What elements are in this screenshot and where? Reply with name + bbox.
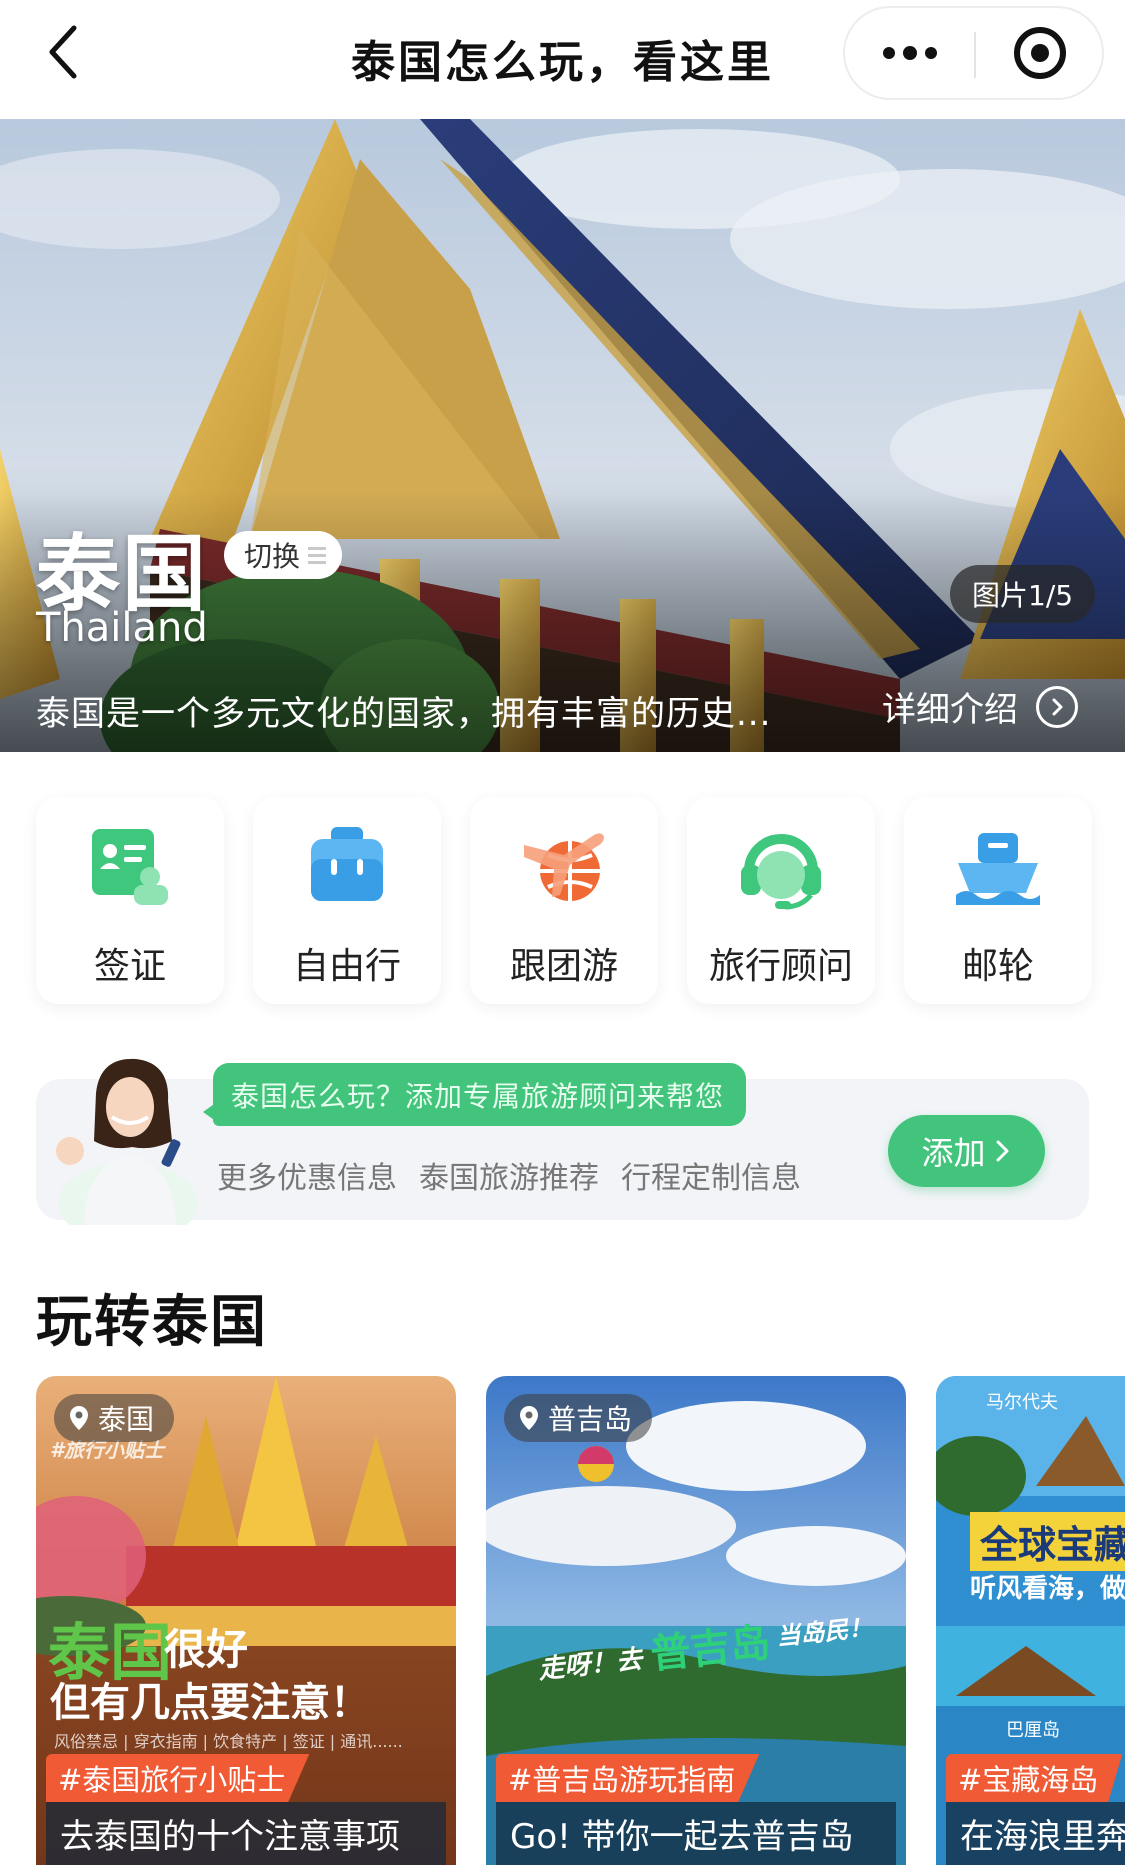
chevron-right-circle-icon bbox=[1036, 685, 1078, 728]
backpack-icon bbox=[311, 827, 383, 901]
country-description: 泰国是一个多元文化的国家，拥有丰富的历史... bbox=[36, 694, 772, 734]
location-pin-icon bbox=[520, 1406, 538, 1430]
poster-subtitle: 风俗禁忌 | 穿衣指南 | 饮食特产 | 签证 | 通讯...... bbox=[54, 1732, 403, 1751]
benefit-item: 泰国旅游推荐 bbox=[419, 1161, 599, 1196]
article-title: 在海浪里奔 bbox=[946, 1802, 1125, 1865]
location-badge: 泰国 bbox=[54, 1394, 175, 1442]
article-hashtag[interactable]: #泰国旅行小贴士 bbox=[46, 1754, 310, 1802]
location-badge: 普吉岛 bbox=[504, 1394, 653, 1442]
hero-banner[interactable]: 泰国 切换 Thailand 图片1/5 泰国是一个多元文化的国家，拥有丰富的历… bbox=[0, 119, 1125, 752]
visa-card-icon bbox=[92, 829, 168, 905]
switch-country-button[interactable]: 切换 bbox=[224, 531, 343, 579]
top-navigation-bar: 泰国怎么玩，看这里 bbox=[0, 0, 1125, 119]
location-label: 普吉岛 bbox=[548, 1403, 633, 1436]
poster-headline: 全球宝藏 bbox=[970, 1512, 1125, 1571]
category-label: 跟团游 bbox=[509, 946, 618, 987]
category-independent-travel[interactable]: 自由行 bbox=[253, 797, 441, 1004]
article-hashtag[interactable]: #宝藏海岛 bbox=[946, 1754, 1123, 1802]
location-pin-icon bbox=[70, 1406, 88, 1430]
detail-intro-label: 详细介绍 bbox=[882, 690, 1018, 730]
category-group-tour[interactable]: 跟团游 bbox=[470, 797, 658, 1004]
headset-icon bbox=[741, 834, 821, 910]
category-cruise[interactable]: 邮轮 bbox=[904, 797, 1092, 1004]
article-card[interactable]: 马尔代夫 全球宝藏 听风看海，做 巴厘岛 #宝藏海岛 在海浪里奔 bbox=[936, 1376, 1125, 1865]
country-name-en: Thailand bbox=[36, 605, 208, 651]
close-miniprogram-button[interactable] bbox=[975, 8, 1104, 98]
more-menu-button[interactable] bbox=[845, 8, 975, 98]
article-title: Go! 带你一起去普吉岛 bbox=[496, 1802, 896, 1865]
list-icon bbox=[308, 546, 327, 564]
section-title: 玩转泰国 bbox=[36, 1290, 268, 1355]
article-title: 去泰国的十个注意事项 bbox=[46, 1802, 446, 1865]
advisor-speech-tag: 泰国怎么玩？添加专属旅游顾问来帮您 bbox=[202, 1063, 747, 1126]
category-label: 签证 bbox=[93, 946, 166, 987]
category-label: 自由行 bbox=[292, 946, 401, 987]
category-travel-advisor[interactable]: 旅行顾问 bbox=[687, 797, 875, 1004]
benefit-item: 更多优惠信息 bbox=[217, 1161, 397, 1196]
poster-tag: 马尔代夫 bbox=[986, 1392, 1058, 1413]
benefit-item: 行程定制信息 bbox=[621, 1161, 801, 1196]
switch-label: 切换 bbox=[244, 540, 301, 573]
advisor-benefits: 更多优惠信息 泰国旅游推荐 行程定制信息 bbox=[217, 1153, 801, 1197]
chevron-right-icon bbox=[996, 1140, 1008, 1162]
photo-counter-badge: 图片1/5 bbox=[950, 565, 1096, 623]
plane-globe-icon bbox=[524, 833, 604, 901]
detail-intro-link[interactable]: 详细介绍 bbox=[882, 682, 1078, 731]
article-card[interactable]: #旅行小贴士 泰国 很好 但有几点要注意！ 风俗禁忌 | 穿衣指南 | 饮食特产… bbox=[36, 1376, 456, 1865]
poster-tag: 巴厘岛 bbox=[1006, 1720, 1060, 1741]
category-label: 邮轮 bbox=[961, 946, 1034, 987]
poster-headline: 但有几点要注意！ bbox=[50, 1680, 370, 1726]
article-hashtag[interactable]: #普吉岛游玩指南 bbox=[496, 1754, 760, 1802]
more-dots-icon bbox=[883, 47, 895, 59]
location-label: 泰国 bbox=[98, 1403, 155, 1436]
add-button-label: 添加 bbox=[921, 1134, 986, 1172]
article-card[interactable]: 走呀！去 普吉岛 当岛民！ 普吉岛 #普吉岛游玩指南 Go! 带你一起去普吉岛 bbox=[486, 1376, 906, 1865]
poster-headline: 听风看海，做 bbox=[970, 1574, 1125, 1604]
category-visa[interactable]: 签证 bbox=[36, 797, 224, 1004]
advisor-avatar bbox=[56, 1058, 198, 1225]
category-label: 旅行顾问 bbox=[708, 946, 853, 987]
add-advisor-button[interactable]: 添加 bbox=[888, 1115, 1045, 1187]
cruise-ship-icon bbox=[956, 833, 1040, 905]
poster-headline: 很好 bbox=[164, 1625, 249, 1674]
target-close-icon bbox=[1013, 27, 1066, 79]
miniprogram-capsule bbox=[843, 6, 1104, 100]
